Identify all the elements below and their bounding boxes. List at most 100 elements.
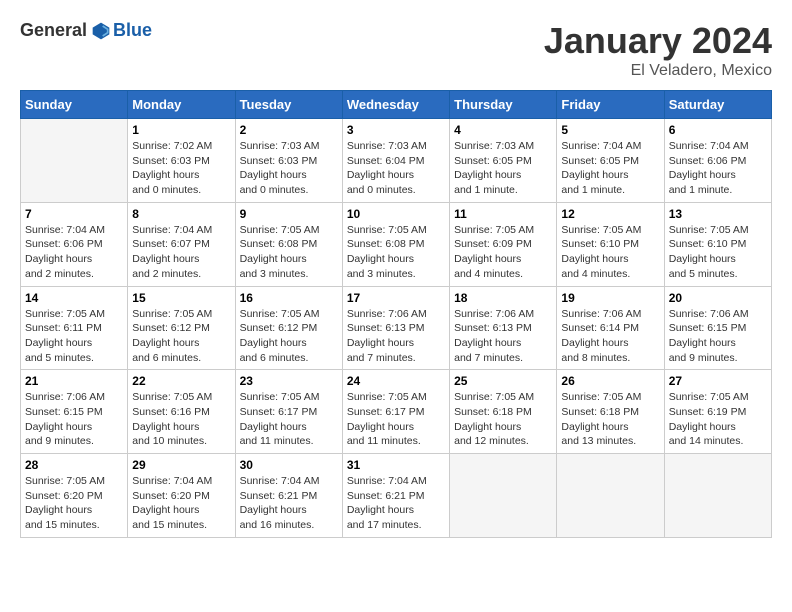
header-row: SundayMondayTuesdayWednesdayThursdayFrid…: [21, 91, 772, 119]
calendar-cell: 23 Sunrise: 7:05 AMSunset: 6:17 PMDayligh…: [235, 370, 342, 454]
cell-content: Sunrise: 7:05 AMSunset: 6:16 PMDaylight …: [132, 390, 230, 449]
week-row-5: 28 Sunrise: 7:05 AMSunset: 6:20 PMDayligh…: [21, 454, 772, 538]
day-number: 5: [561, 123, 659, 137]
calendar-cell: 27Sunrise: 7:05 AMSunset: 6:19 PMDayligh…: [664, 370, 771, 454]
calendar-cell: 12 Sunrise: 7:05 AMSunset: 6:10 PMDayligh…: [557, 202, 664, 286]
day-number: 15: [132, 291, 230, 305]
day-number: 9: [240, 207, 338, 221]
calendar-title: January 2024: [544, 20, 772, 62]
cell-content: Sunrise: 7:05 AMSunset: 6:12 PMDaylight …: [240, 307, 338, 366]
week-row-4: 21 Sunrise: 7:06 AMSunset: 6:15 PMDayligh…: [21, 370, 772, 454]
day-number: 12: [561, 207, 659, 221]
week-row-2: 7 Sunrise: 7:04 AMSunset: 6:06 PMDaylight…: [21, 202, 772, 286]
day-header-saturday: Saturday: [664, 91, 771, 119]
calendar-cell: 28 Sunrise: 7:05 AMSunset: 6:20 PMDayligh…: [21, 454, 128, 538]
calendar-cell: 21 Sunrise: 7:06 AMSunset: 6:15 PMDayligh…: [21, 370, 128, 454]
calendar-cell: 25 Sunrise: 7:05 AMSunset: 6:18 PMDayligh…: [450, 370, 557, 454]
day-number: 13: [669, 207, 767, 221]
day-number: 25: [454, 374, 552, 388]
calendar-cell: 31 Sunrise: 7:04 AMSunset: 6:21 PMDayligh…: [342, 454, 449, 538]
day-number: 23: [240, 374, 338, 388]
day-number: 31: [347, 458, 445, 472]
cell-content: Sunrise: 7:06 AMSunset: 6:14 PMDaylight …: [561, 307, 659, 366]
calendar-cell: 1Sunrise: 7:02 AMSunset: 6:03 PMDaylight…: [128, 119, 235, 203]
cell-content: Sunrise: 7:05 AMSunset: 6:18 PMDaylight …: [561, 390, 659, 449]
cell-content: Sunrise: 7:04 AMSunset: 6:21 PMDaylight …: [240, 474, 338, 533]
cell-content: Sunrise: 7:05 AMSunset: 6:12 PMDaylight …: [132, 307, 230, 366]
day-number: 27: [669, 374, 767, 388]
day-number: 2: [240, 123, 338, 137]
day-number: 16: [240, 291, 338, 305]
calendar-table: SundayMondayTuesdayWednesdayThursdayFrid…: [20, 90, 772, 538]
calendar-subtitle: El Veladero, Mexico: [544, 62, 772, 80]
cell-content: Sunrise: 7:04 AMSunset: 6:06 PMDaylight …: [25, 223, 123, 282]
day-number: 8: [132, 207, 230, 221]
calendar-cell: 10 Sunrise: 7:05 AMSunset: 6:08 PMDayligh…: [342, 202, 449, 286]
calendar-cell: 8 Sunrise: 7:04 AMSunset: 6:07 PMDaylight…: [128, 202, 235, 286]
cell-content: Sunrise: 7:05 AMSunset: 6:09 PMDaylight …: [454, 223, 552, 282]
calendar-cell: 24Sunrise: 7:05 AMSunset: 6:17 PMDayligh…: [342, 370, 449, 454]
cell-content: Sunrise: 7:06 AMSunset: 6:15 PMDaylight …: [25, 390, 123, 449]
day-number: 19: [561, 291, 659, 305]
calendar-cell: 18 Sunrise: 7:06 AMSunset: 6:13 PMDayligh…: [450, 286, 557, 370]
calendar-cell: [664, 454, 771, 538]
cell-content: Sunrise: 7:06 AMSunset: 6:15 PMDaylight …: [669, 307, 767, 366]
logo-general: General: [20, 20, 87, 41]
calendar-cell: 22Sunrise: 7:05 AMSunset: 6:16 PMDayligh…: [128, 370, 235, 454]
day-number: 4: [454, 123, 552, 137]
calendar-cell: 20Sunrise: 7:06 AMSunset: 6:15 PMDayligh…: [664, 286, 771, 370]
calendar-cell: 9 Sunrise: 7:05 AMSunset: 6:08 PMDaylight…: [235, 202, 342, 286]
day-number: 6: [669, 123, 767, 137]
cell-content: Sunrise: 7:05 AMSunset: 6:17 PMDaylight …: [240, 390, 338, 449]
cell-content: Sunrise: 7:04 AMSunset: 6:07 PMDaylight …: [132, 223, 230, 282]
calendar-cell: [557, 454, 664, 538]
day-header-sunday: Sunday: [21, 91, 128, 119]
day-number: 18: [454, 291, 552, 305]
cell-content: Sunrise: 7:04 AMSunset: 6:20 PMDaylight …: [132, 474, 230, 533]
day-number: 28: [25, 458, 123, 472]
cell-content: Sunrise: 7:05 AMSunset: 6:20 PMDaylight …: [25, 474, 123, 533]
calendar-cell: 4 Sunrise: 7:03 AMSunset: 6:05 PMDaylight…: [450, 119, 557, 203]
calendar-cell: 15 Sunrise: 7:05 AMSunset: 6:12 PMDayligh…: [128, 286, 235, 370]
calendar-cell: 16 Sunrise: 7:05 AMSunset: 6:12 PMDayligh…: [235, 286, 342, 370]
page-header: General Blue January 2024 El Veladero, M…: [20, 20, 772, 80]
cell-content: Sunrise: 7:05 AMSunset: 6:10 PMDaylight …: [669, 223, 767, 282]
day-number: 1: [132, 123, 230, 137]
cell-content: Sunrise: 7:04 AMSunset: 6:21 PMDaylight …: [347, 474, 445, 533]
calendar-cell: 29Sunrise: 7:04 AMSunset: 6:20 PMDayligh…: [128, 454, 235, 538]
calendar-cell: 6Sunrise: 7:04 AMSunset: 6:06 PMDaylight…: [664, 119, 771, 203]
day-number: 7: [25, 207, 123, 221]
calendar-cell: 11 Sunrise: 7:05 AMSunset: 6:09 PMDayligh…: [450, 202, 557, 286]
cell-content: Sunrise: 7:05 AMSunset: 6:18 PMDaylight …: [454, 390, 552, 449]
cell-content: Sunrise: 7:04 AMSunset: 6:05 PMDaylight …: [561, 139, 659, 198]
cell-content: Sunrise: 7:05 AMSunset: 6:08 PMDaylight …: [240, 223, 338, 282]
calendar-cell: 26Sunrise: 7:05 AMSunset: 6:18 PMDayligh…: [557, 370, 664, 454]
calendar-cell: 2Sunrise: 7:03 AMSunset: 6:03 PMDaylight…: [235, 119, 342, 203]
title-area: January 2024 El Veladero, Mexico: [544, 20, 772, 80]
cell-content: Sunrise: 7:06 AMSunset: 6:13 PMDaylight …: [454, 307, 552, 366]
day-header-tuesday: Tuesday: [235, 91, 342, 119]
day-number: 14: [25, 291, 123, 305]
day-header-wednesday: Wednesday: [342, 91, 449, 119]
calendar-cell: [21, 119, 128, 203]
calendar-cell: 7 Sunrise: 7:04 AMSunset: 6:06 PMDaylight…: [21, 202, 128, 286]
cell-content: Sunrise: 7:03 AMSunset: 6:05 PMDaylight …: [454, 139, 552, 198]
day-number: 21: [25, 374, 123, 388]
cell-content: Sunrise: 7:05 AMSunset: 6:08 PMDaylight …: [347, 223, 445, 282]
day-header-thursday: Thursday: [450, 91, 557, 119]
calendar-cell: 5 Sunrise: 7:04 AMSunset: 6:05 PMDaylight…: [557, 119, 664, 203]
day-number: 3: [347, 123, 445, 137]
calendar-cell: [450, 454, 557, 538]
calendar-cell: 30 Sunrise: 7:04 AMSunset: 6:21 PMDayligh…: [235, 454, 342, 538]
cell-content: Sunrise: 7:05 AMSunset: 6:10 PMDaylight …: [561, 223, 659, 282]
day-number: 10: [347, 207, 445, 221]
logo: General Blue: [20, 20, 152, 41]
day-number: 30: [240, 458, 338, 472]
logo-blue: Blue: [113, 20, 152, 41]
day-header-friday: Friday: [557, 91, 664, 119]
day-number: 11: [454, 207, 552, 221]
cell-content: Sunrise: 7:03 AMSunset: 6:04 PMDaylight …: [347, 139, 445, 198]
logo-icon: [91, 21, 111, 41]
cell-content: Sunrise: 7:06 AMSunset: 6:13 PMDaylight …: [347, 307, 445, 366]
calendar-cell: 13 Sunrise: 7:05 AMSunset: 6:10 PMDayligh…: [664, 202, 771, 286]
